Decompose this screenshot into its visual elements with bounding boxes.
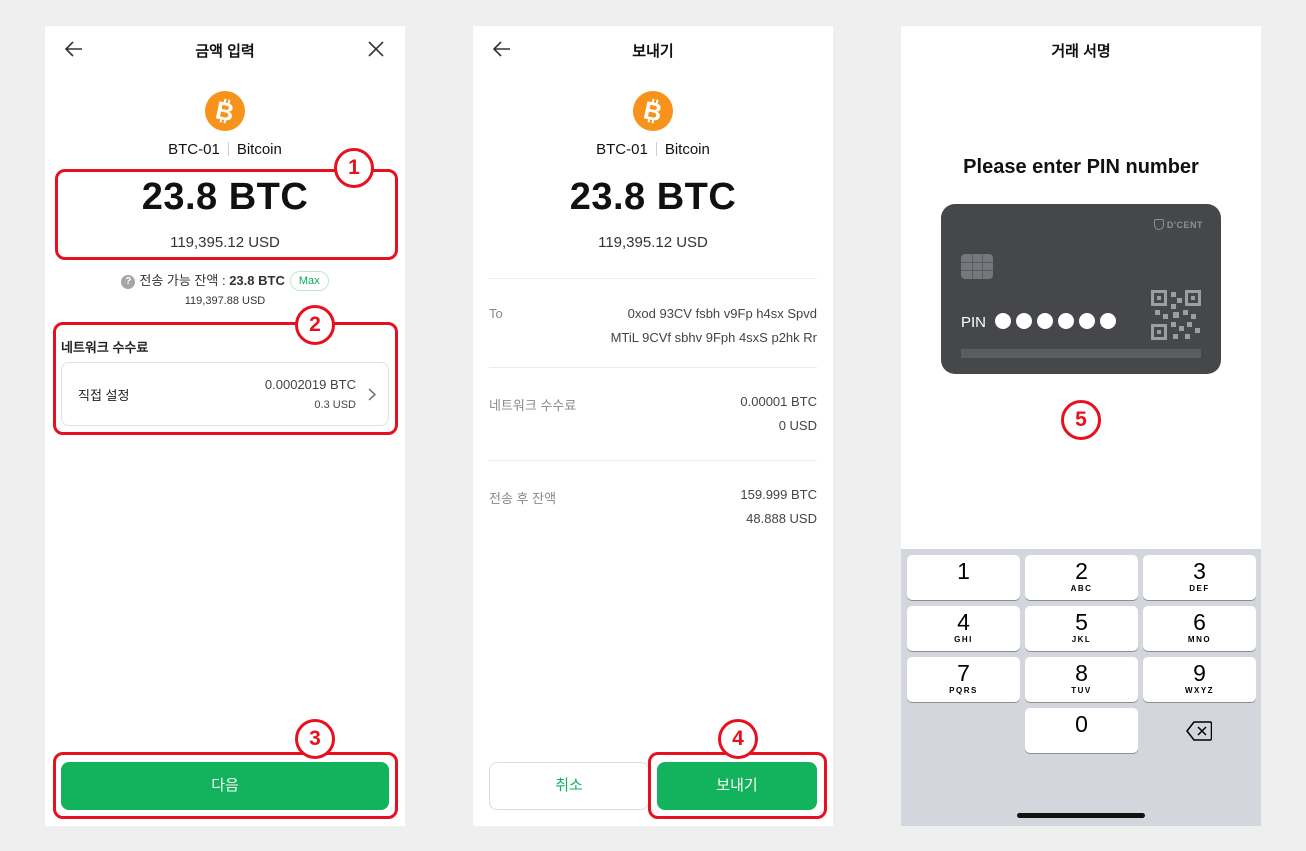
pin-label: PIN (961, 314, 987, 331)
key-1[interactable]: 1 (907, 555, 1020, 600)
hardware-wallet-card: D'CENT PIN (941, 204, 1221, 374)
highlight-box-send (648, 752, 827, 819)
numeric-keypad: 1 2 ABC 3 DEF 4 GHI 5 JKL 6 MNO 7 PQRS 8 TUV 9W… (901, 549, 1261, 826)
key-letters: MNO (1187, 635, 1212, 644)
page-title: 보내기 (632, 43, 674, 60)
divider (227, 142, 229, 156)
key-digit: 4 (957, 609, 970, 635)
key-letters: WXYZ (1184, 686, 1215, 695)
key-3[interactable]: 3 DEF (1143, 555, 1256, 600)
available-usd: 119,397.88 USD (184, 295, 266, 307)
to-address-line-1: 0xod 93CV fsbh v9Fp h4sx Spvd (627, 306, 817, 321)
pin-dot-icon (1037, 313, 1053, 329)
to-address-line-2: MTiL 9CVf sbhv 9Fph 4sxS p2hk Rr (610, 330, 817, 345)
balance-after-label: 전송 후 잔액 (489, 491, 557, 506)
divider (655, 142, 657, 156)
max-button[interactable]: Max (289, 271, 329, 291)
key-0[interactable]: 0 (1025, 708, 1138, 753)
key-digit: 1 (957, 558, 970, 584)
key-digit: 6 (1193, 609, 1206, 635)
coin-name: Bitcoin (664, 141, 710, 158)
card-brand: D'CENT (1153, 219, 1203, 230)
qr-code-icon (1151, 290, 1201, 340)
fee-btc: 0.00001 BTC (740, 394, 817, 409)
card-brand-text: D'CENT (1166, 220, 1203, 230)
account-name: BTC-01 (596, 141, 648, 158)
send-confirm-screen: 보내기 B BTC-01 Bitcoin 23.8 BTC 119,395.12 … (473, 26, 833, 826)
key-6[interactable]: 6 MNO (1143, 606, 1256, 651)
fee-usd: 0 USD (778, 418, 817, 433)
pin-dot-icon (995, 313, 1011, 329)
key-letters: PQRS (949, 686, 978, 695)
fee-values: 0.00001 BTC 0 USD (740, 390, 817, 438)
to-address: 0xod 93CV fsbh v9Fp h4sx Spvd MTiL 9CVf … (611, 302, 817, 350)
key-digit: 3 (1193, 558, 1206, 584)
highlight-box-fee (53, 322, 398, 435)
bitcoin-icon: B (205, 91, 245, 131)
pin-prompt: Please enter PIN number (963, 156, 1199, 178)
available-value: 23.8 BTC (229, 273, 285, 288)
backspace-icon[interactable] (1186, 721, 1212, 741)
balance-usd: 48.888 USD (746, 511, 817, 526)
close-icon[interactable] (365, 38, 387, 60)
amount-input-screen: 금액 입력 B BTC-01 Bitcoin 23.8 BTC 119,395.1… (45, 26, 405, 826)
page-title: 금액 입력 (195, 43, 255, 60)
page-title: 거래 서명 (1051, 43, 1111, 60)
pin-dots (995, 313, 1116, 334)
key-4[interactable]: 4 GHI (907, 606, 1020, 651)
highlight-box-next (53, 752, 398, 819)
key-digit: 9 (1193, 660, 1206, 686)
pin-dot-icon (1100, 313, 1116, 329)
key-letters: JKL (1071, 635, 1092, 644)
cancel-button[interactable]: 취소 (489, 762, 649, 810)
bitcoin-icon: B (633, 91, 673, 131)
key-7[interactable]: 7 PQRS (907, 657, 1020, 702)
key-digit: 2 (1075, 558, 1088, 584)
card-stripe (961, 349, 1201, 358)
pin-dot-icon (1058, 313, 1074, 329)
pin-dot-icon (1016, 313, 1032, 329)
coin-name: Bitcoin (236, 141, 282, 158)
key-letters: TUV (1071, 686, 1092, 695)
divider (489, 278, 817, 279)
key-letters: DEF (1189, 584, 1210, 593)
key-9[interactable]: 9 WXYZ (1143, 657, 1256, 702)
chip-icon (961, 254, 993, 279)
balance-after-values: 159.999 BTC 48.888 USD (740, 483, 817, 531)
key-letters: ABC (1070, 584, 1093, 593)
to-label: To (489, 306, 503, 321)
step-badge-1: 1 (334, 148, 374, 188)
balance-btc: 159.999 BTC (740, 487, 817, 502)
fee-label: 네트워크 수수료 (489, 398, 577, 413)
step-badge-3: 3 (295, 719, 335, 759)
shield-logo-icon (1153, 219, 1164, 230)
key-8[interactable]: 8 TUV (1025, 657, 1138, 702)
step-badge-5: 5 (1061, 400, 1101, 440)
divider (489, 460, 817, 461)
key-digit: 7 (957, 660, 970, 686)
amount-usd: 119,395.12 USD (598, 234, 708, 251)
account-name: BTC-01 (168, 141, 220, 158)
amount-display: 23.8 BTC (569, 176, 737, 218)
key-digit: 5 (1075, 609, 1088, 635)
pin-dot-icon (1079, 313, 1095, 329)
account-line: BTC-01 Bitcoin (473, 141, 833, 158)
available-balance: ? 전송 가능 잔액 : 23.8 BTC Max (45, 270, 405, 291)
key-5[interactable]: 5 JKL (1025, 606, 1138, 651)
key-2[interactable]: 2 ABC (1025, 555, 1138, 600)
key-digit: 0 (1075, 711, 1088, 737)
step-badge-2: 2 (295, 305, 335, 345)
home-indicator (1017, 813, 1145, 818)
step-badge-4: 4 (718, 719, 758, 759)
key-letters: GHI (954, 635, 973, 644)
available-label: 전송 가능 잔액 : (139, 273, 226, 288)
help-icon[interactable]: ? (121, 275, 136, 289)
sign-transaction-screen: 거래 서명 Please enter PIN number D'CENT PIN (901, 26, 1261, 826)
divider (489, 367, 817, 368)
key-digit: 8 (1075, 660, 1088, 686)
